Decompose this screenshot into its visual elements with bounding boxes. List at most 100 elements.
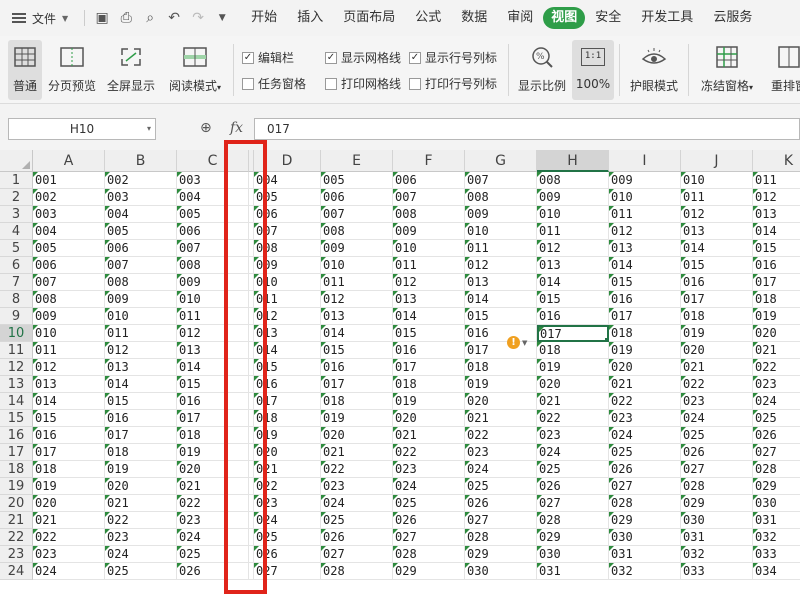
- redo-icon[interactable]: ↷: [189, 10, 207, 26]
- column-header[interactable]: B: [105, 150, 177, 172]
- save-icon[interactable]: ▣: [93, 10, 111, 26]
- print-gridlines-toggle[interactable]: 打印网格线: [325, 75, 401, 92]
- print-gridlines-checkbox[interactable]: [325, 77, 337, 90]
- cell[interactable]: 009: [609, 172, 681, 189]
- cell[interactable]: 017: [609, 308, 681, 325]
- column-header[interactable]: F: [393, 150, 465, 172]
- cell[interactable]: 014: [393, 308, 465, 325]
- cell[interactable]: 021: [465, 410, 537, 427]
- tab-6[interactable]: 视图: [543, 7, 586, 29]
- cell[interactable]: 015: [609, 274, 681, 291]
- cell[interactable]: 018: [537, 342, 609, 359]
- zoom-magnifier-icon[interactable]: ⊕: [200, 120, 212, 136]
- cell[interactable]: 019: [537, 359, 609, 376]
- spreadsheet-grid[interactable]: A B C D E F G H I J K 1 001 002 003 004 005 006 007 008 009 0…: [0, 150, 800, 600]
- print-icon[interactable]: ⎙: [117, 10, 135, 26]
- row-header[interactable]: 23: [0, 546, 33, 563]
- cell[interactable]: 020: [105, 478, 177, 495]
- cell[interactable]: 016: [321, 359, 393, 376]
- cell[interactable]: 013: [393, 291, 465, 308]
- cell[interactable]: 030: [609, 529, 681, 546]
- cell[interactable]: 031: [753, 512, 800, 529]
- cell[interactable]: 011: [105, 325, 177, 342]
- cell[interactable]: 022: [465, 427, 537, 444]
- cell[interactable]: 026: [753, 427, 800, 444]
- cell[interactable]: 017: [537, 325, 609, 342]
- cell[interactable]: 031: [537, 563, 609, 580]
- tab-8[interactable]: 开发工具: [631, 7, 703, 29]
- cell[interactable]: 022: [33, 529, 105, 546]
- row-header[interactable]: 2: [0, 189, 33, 206]
- cell[interactable]: 016: [609, 291, 681, 308]
- cell[interactable]: 021: [609, 376, 681, 393]
- cell[interactable]: 014: [33, 393, 105, 410]
- cell[interactable]: 032: [609, 563, 681, 580]
- tab-7[interactable]: 安全: [585, 7, 631, 29]
- insert-function-icon[interactable]: fx: [230, 120, 243, 136]
- cell[interactable]: 003: [105, 189, 177, 206]
- cell[interactable]: 009: [33, 308, 105, 325]
- row-header[interactable]: 13: [0, 376, 33, 393]
- cell[interactable]: 024: [33, 563, 105, 580]
- cell[interactable]: 010: [465, 223, 537, 240]
- cell[interactable]: 005: [33, 240, 105, 257]
- row-header[interactable]: 8: [0, 291, 33, 308]
- cell[interactable]: 018: [753, 291, 800, 308]
- cell[interactable]: 024: [681, 410, 753, 427]
- cell[interactable]: 032: [681, 546, 753, 563]
- cell[interactable]: 025: [321, 512, 393, 529]
- row-header[interactable]: 22: [0, 529, 33, 546]
- cell[interactable]: 018: [321, 393, 393, 410]
- rearrange-windows-button[interactable]: 重排窗: [764, 40, 800, 94]
- column-header[interactable]: K: [753, 150, 800, 172]
- cell[interactable]: 019: [321, 410, 393, 427]
- cell[interactable]: 023: [465, 444, 537, 461]
- cell[interactable]: 008: [465, 189, 537, 206]
- row-header[interactable]: 7: [0, 274, 33, 291]
- row-header[interactable]: 5: [0, 240, 33, 257]
- customize-dropdown-icon[interactable]: ▼: [213, 13, 231, 23]
- cell[interactable]: 012: [609, 223, 681, 240]
- cell[interactable]: 029: [753, 478, 800, 495]
- cell[interactable]: 009: [537, 189, 609, 206]
- cell[interactable]: 009: [465, 206, 537, 223]
- cell[interactable]: 017: [33, 444, 105, 461]
- cell[interactable]: 028: [681, 478, 753, 495]
- cell[interactable]: 006: [393, 172, 465, 189]
- cell[interactable]: 012: [681, 206, 753, 223]
- cell[interactable]: 014: [681, 240, 753, 257]
- cell[interactable]: 025: [753, 410, 800, 427]
- cell[interactable]: 023: [393, 461, 465, 478]
- cell[interactable]: 022: [537, 410, 609, 427]
- cell[interactable]: 028: [537, 512, 609, 529]
- cell[interactable]: 023: [753, 376, 800, 393]
- page-break-preview-button[interactable]: 分页预览: [47, 40, 97, 94]
- cell[interactable]: 015: [537, 291, 609, 308]
- cell[interactable]: 010: [321, 257, 393, 274]
- cell[interactable]: 007: [321, 206, 393, 223]
- cell[interactable]: 006: [33, 257, 105, 274]
- cell[interactable]: 004: [33, 223, 105, 240]
- cell[interactable]: 024: [753, 393, 800, 410]
- cell[interactable]: 026: [321, 529, 393, 546]
- cell[interactable]: 029: [393, 563, 465, 580]
- cell[interactable]: 019: [681, 325, 753, 342]
- cell[interactable]: 012: [537, 240, 609, 257]
- cell[interactable]: 024: [321, 495, 393, 512]
- cell[interactable]: 018: [465, 359, 537, 376]
- cell[interactable]: 028: [321, 563, 393, 580]
- cell[interactable]: 014: [753, 223, 800, 240]
- cell[interactable]: 027: [393, 529, 465, 546]
- freeze-panes-button[interactable]: 冻结窗格▾: [696, 40, 758, 94]
- error-check-indicator[interactable]: ! ▼: [507, 334, 533, 351]
- cell[interactable]: 003: [33, 206, 105, 223]
- cell[interactable]: 006: [105, 240, 177, 257]
- cell[interactable]: 026: [609, 461, 681, 478]
- show-headers-toggle[interactable]: ✓ 显示行号列标: [409, 49, 497, 66]
- show-gridlines-checkbox[interactable]: ✓: [325, 51, 337, 64]
- cell[interactable]: 011: [33, 342, 105, 359]
- print-preview-icon[interactable]: ⌕: [141, 10, 159, 26]
- cell[interactable]: 010: [393, 240, 465, 257]
- column-header[interactable]: E: [321, 150, 393, 172]
- row-header[interactable]: 20: [0, 495, 33, 512]
